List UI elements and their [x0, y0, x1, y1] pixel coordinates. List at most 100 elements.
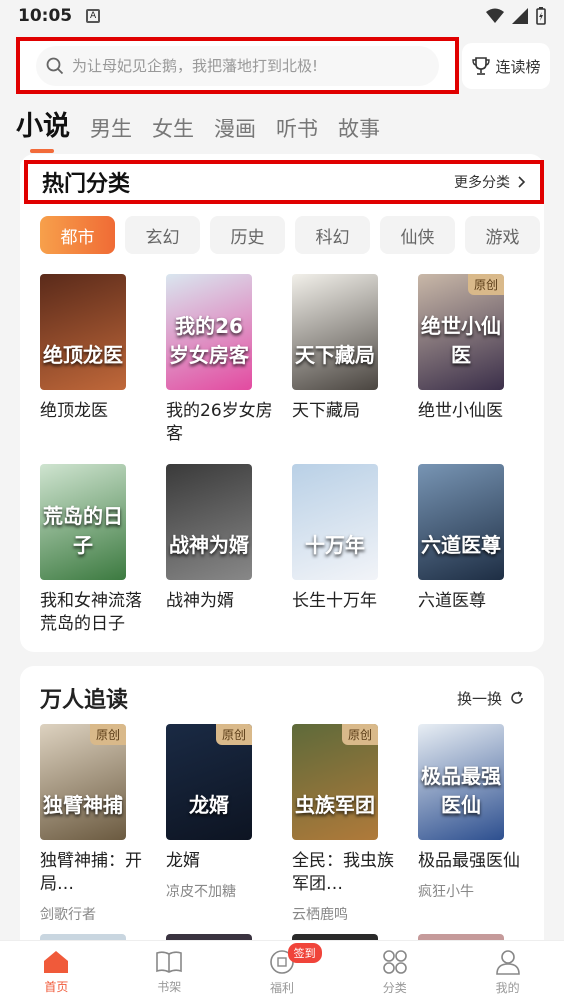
book-author: 云栖鹿鸣 [292, 907, 348, 923]
chip-scifi[interactable]: 科幻 [295, 216, 370, 254]
rank-button-label: 连读榜 [495, 57, 541, 76]
tab-welfare[interactable]: 签到 福利 [226, 941, 339, 1004]
more-categories-label: 更多分类 [454, 175, 510, 191]
book-title[interactable]: 绝顶龙医 [40, 400, 150, 423]
more-categories-link[interactable]: 更多分类 [454, 172, 526, 192]
sign-in-badge: 签到 [287, 943, 322, 963]
popular-book-grid: 原创 独臂神捕 独臂神捕：开局… 剑歌行者 原创 龙婿 龙婿 凉皮不加糖 原创 虫族军团 全民：我虫… [40, 724, 520, 924]
chip-fantasy[interactable]: 玄幻 [125, 216, 200, 254]
book-cover[interactable]: 原创虫族军团 [292, 724, 378, 840]
book-item[interactable]: 战神为婿 战神为婿 [166, 464, 252, 636]
book-item[interactable]: 六道医尊 六道医尊 [418, 464, 504, 636]
rank-button[interactable]: 连读榜 [462, 43, 550, 89]
book-title[interactable]: 天下藏局 [292, 400, 402, 423]
book-title[interactable]: 我的26岁女房客 [166, 400, 276, 446]
wifi-icon [486, 8, 504, 23]
tab-novel[interactable]: 小说 [16, 104, 70, 153]
tab-comic[interactable]: 漫画 [214, 113, 256, 143]
cover-title-art: 虫族军团 [295, 793, 375, 817]
signal-icon [512, 8, 528, 24]
tab-audiobook[interactable]: 听书 [276, 113, 318, 143]
search-placeholder: 为让母妃见企鹅，我把藩地打到北极! [72, 57, 319, 75]
original-tag: 原创 [341, 724, 378, 745]
book-author: 凉皮不加糖 [166, 884, 236, 900]
notification-a-icon: A [86, 9, 101, 23]
battery-icon [536, 7, 546, 25]
popular-header: 万人追读 换一换 [40, 682, 524, 714]
book-cover[interactable]: 极品最强医仙 [418, 724, 504, 840]
cover-title-art: 龙婿 [189, 793, 229, 817]
book-cover[interactable]: 十万年 [292, 464, 378, 580]
cover-title-art: 天下藏局 [295, 343, 375, 367]
book-title[interactable]: 战神为婿 [166, 590, 276, 613]
chip-xianxia[interactable]: 仙侠 [380, 216, 455, 254]
tab-story[interactable]: 故事 [338, 113, 380, 143]
hot-categories-card: 热门分类 更多分类 都市 玄幻 历史 科幻 仙侠 游戏 绝顶龙医 绝顶龙医 我的26… [20, 154, 544, 652]
book-cover[interactable]: 我的26岁女房客 [166, 274, 252, 390]
section-title: 万人追读 [40, 688, 129, 713]
chip-history[interactable]: 历史 [210, 216, 285, 254]
book-title[interactable]: 六道医尊 [418, 590, 528, 613]
genre-chips: 都市 玄幻 历史 科幻 仙侠 游戏 [40, 216, 540, 254]
tab-category[interactable]: 分类 [338, 941, 451, 1004]
book-item[interactable]: 极品最强医仙 极品最强医仙 疯狂小牛 [418, 724, 520, 924]
cover-title-art: 十万年 [305, 533, 365, 557]
book-item[interactable]: 原创 龙婿 龙婿凉皮不加糖 [166, 724, 252, 924]
hot-book-grid: 绝顶龙医 绝顶龙医 我的26岁女房客 我的26岁女房客 天下藏局 天下藏局 原创 绝世小仙医绝… [40, 274, 520, 636]
tab-welfare-label: 福利 [269, 981, 294, 995]
search-box[interactable]: 为让母妃见企鹅，我把藩地打到北极! [16, 37, 459, 94]
status-icons [486, 7, 546, 25]
bottom-tab-bar: 首页 书架 签到 福利 分类 我的 [0, 940, 564, 1004]
book-title[interactable]: 长生十万年 [292, 590, 402, 613]
book-cover[interactable]: 战神为婿 [166, 464, 252, 580]
book-item[interactable]: 原创绝世小仙医 绝世小仙医 [418, 274, 504, 446]
search-row: 为让母妃见企鹅，我把藩地打到北极! 连读榜 [14, 37, 550, 94]
chip-game[interactable]: 游戏 [465, 216, 540, 254]
cover-title-art: 绝世小仙医 [421, 314, 501, 367]
tab-male[interactable]: 男生 [90, 113, 132, 143]
book-item[interactable]: 绝顶龙医 绝顶龙医 [40, 274, 126, 446]
book-cover[interactable]: 六道医尊 [418, 464, 504, 580]
book-cover[interactable]: 绝顶龙医 [40, 274, 126, 390]
book-item[interactable]: 天下藏局 天下藏局 [292, 274, 378, 446]
refresh-link[interactable]: 换一换 [457, 688, 524, 709]
tab-home-label: 首页 [44, 980, 69, 994]
book-cover[interactable]: 原创 独臂神捕 [40, 724, 126, 840]
tab-bookshelf-label: 书架 [157, 980, 182, 994]
hot-categories-header: 热门分类 更多分类 [24, 160, 544, 204]
search-icon [46, 57, 64, 74]
chip-urban[interactable]: 都市 [40, 216, 115, 254]
book-item[interactable]: 十万年 长生十万年 [292, 464, 378, 636]
popular-card: 万人追读 换一换 原创 独臂神捕 独臂神捕：开局… 剑歌行者 原创 龙婿 龙婿 凉皮不加糖 原创… [20, 666, 544, 966]
book-item[interactable]: 原创 虫族军团 全民：我虫族军团… 云栖鹿鸣 [292, 724, 394, 924]
cover-title-art: 极品最强医仙 [421, 764, 501, 817]
book-title[interactable]: 绝世小仙医 [418, 400, 528, 423]
book-cover[interactable]: 荒岛的日子 [40, 464, 126, 580]
section-title: 热门分类 [42, 172, 131, 197]
book-item[interactable]: 原创 独臂神捕 独臂神捕：开局… 剑歌行者 [40, 724, 142, 924]
book-title[interactable]: 极品最强医仙 [418, 850, 528, 873]
book-title[interactable]: 我和女神流落荒岛的日子 [40, 590, 150, 636]
trophy-icon [472, 57, 491, 75]
book-title[interactable]: 龙婿 [166, 850, 276, 873]
cover-title-art: 六道医尊 [421, 533, 501, 557]
category-icon [382, 950, 407, 974]
tab-profile[interactable]: 我的 [451, 941, 564, 1004]
refresh-label: 换一换 [456, 689, 502, 708]
book-author: 疯狂小牛 [418, 884, 474, 900]
original-tag: 原创 [467, 274, 504, 295]
search-input[interactable]: 为让母妃见企鹅，我把藩地打到北极! [36, 45, 439, 86]
cover-title-art: 绝顶龙医 [43, 343, 123, 367]
status-time: 10:05 [18, 6, 73, 26]
tab-female[interactable]: 女生 [152, 113, 194, 143]
book-title[interactable]: 全民：我虫族军团… [292, 850, 402, 896]
book-cover[interactable]: 原创绝世小仙医 [418, 274, 504, 390]
book-item[interactable]: 我的26岁女房客 我的26岁女房客 [166, 274, 273, 446]
book-title[interactable]: 独臂神捕：开局… [40, 850, 150, 896]
book-cover[interactable]: 天下藏局 [292, 274, 378, 390]
book-cover[interactable]: 原创 龙婿 [166, 724, 252, 840]
book-item[interactable]: 荒岛的日子 我和女神流落荒岛的日子 [40, 464, 142, 636]
tab-bookshelf[interactable]: 书架 [113, 941, 226, 1004]
tab-home[interactable]: 首页 [0, 941, 113, 1004]
home-icon [44, 951, 69, 973]
